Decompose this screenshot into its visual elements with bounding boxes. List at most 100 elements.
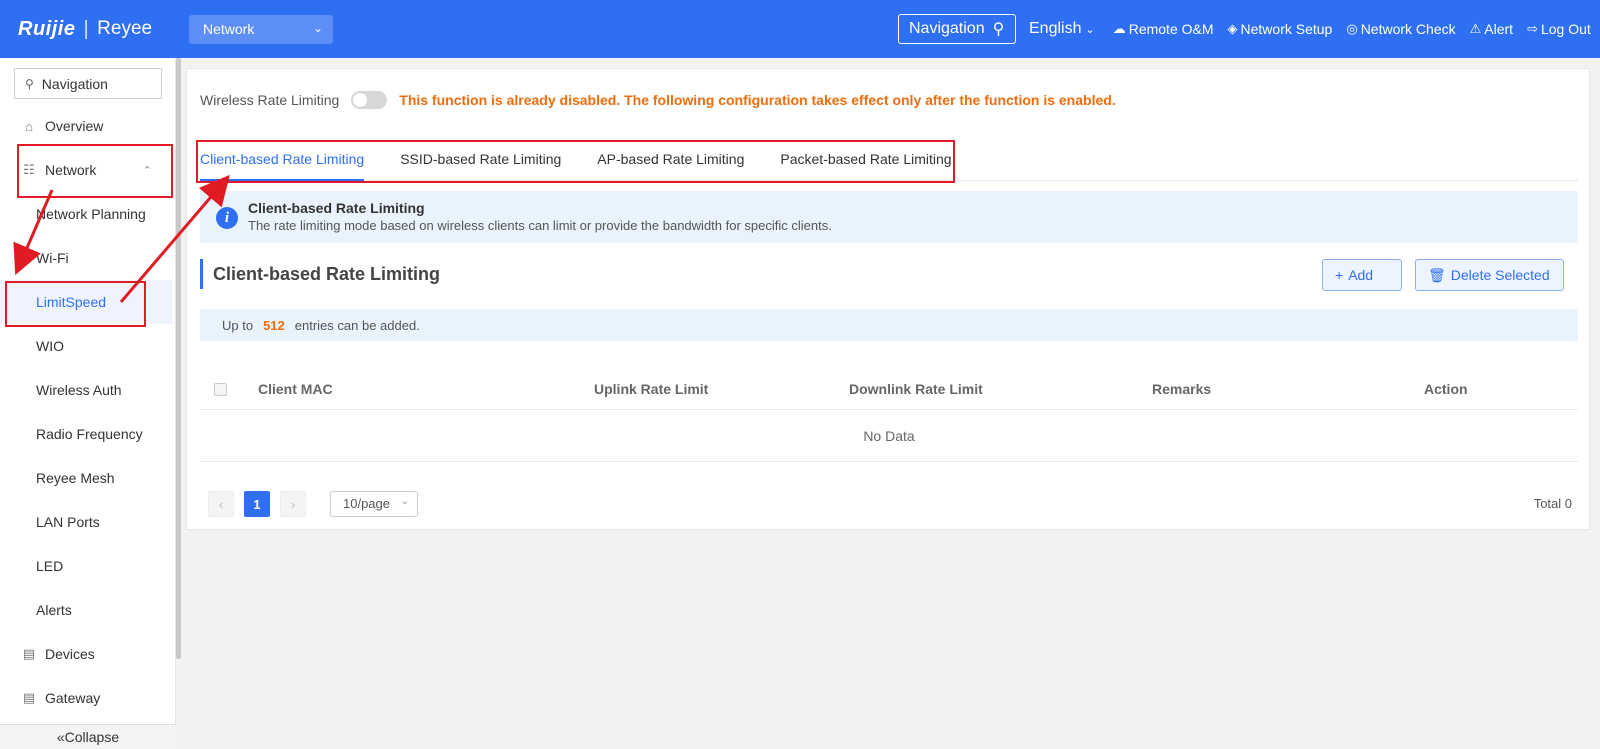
info-icon: i bbox=[216, 207, 238, 229]
section-header: Client-based Rate Limiting + Add 🗑 Delet… bbox=[200, 259, 1578, 291]
sidebar-item-label: Overview bbox=[45, 118, 104, 134]
language-select[interactable]: English ⌄ bbox=[1029, 20, 1095, 38]
logo-sub: Reyee bbox=[97, 18, 153, 39]
note-suffix: entries can be added. bbox=[294, 317, 420, 333]
home-icon: ⌂ bbox=[25, 118, 33, 134]
search-icon: ⚲ bbox=[25, 76, 34, 91]
logout-link[interactable]: ⇨ Log Out bbox=[1527, 21, 1591, 37]
page-size-select[interactable]: 10/page ⌄ bbox=[330, 491, 418, 517]
sidebar-item-radio-frequency[interactable]: Radio Frequency bbox=[0, 412, 172, 456]
sidebar-scrollbar[interactable] bbox=[176, 58, 181, 659]
column-action: Action bbox=[1424, 381, 1468, 397]
rate-limit-table: Client MAC Uplink Rate Limit Downlink Ra… bbox=[200, 368, 1578, 462]
gateway-icon: ▤ bbox=[22, 690, 36, 705]
info-title: Client-based Rate Limiting bbox=[248, 200, 425, 216]
remote-om-label: Remote O&M bbox=[1128, 21, 1214, 37]
prev-page-button[interactable]: ‹ bbox=[208, 491, 234, 517]
disabled-warning: This function is already disabled. The f… bbox=[399, 92, 1116, 108]
logo: Ruijie | Reyee bbox=[18, 16, 152, 42]
page-size-value: 10/page bbox=[343, 496, 390, 511]
total-count: Total 0 bbox=[1533, 496, 1572, 511]
alert-icon: ⚠ bbox=[1469, 21, 1482, 36]
page-button[interactable]: 1 bbox=[244, 491, 270, 517]
note-count: 512 bbox=[263, 317, 285, 333]
column-downlink-rate-limit: Downlink Rate Limit bbox=[849, 381, 983, 397]
toggle-label: Wireless Rate Limiting bbox=[200, 92, 340, 108]
logo-divider: | bbox=[83, 17, 90, 40]
sidebar-item-label: Alerts bbox=[36, 602, 72, 618]
network-setup-link[interactable]: ◈ Network Setup bbox=[1228, 21, 1333, 37]
sidebar-search-input[interactable]: ⚲ Navigation bbox=[14, 68, 162, 99]
column-remarks: Remarks bbox=[1152, 381, 1212, 397]
sidebar-item-wireless-auth[interactable]: Wireless Auth bbox=[0, 368, 172, 412]
navigation-search-label: Navigation bbox=[909, 20, 985, 37]
alert-label: Alert bbox=[1484, 21, 1514, 37]
rate-limiting-switch[interactable] bbox=[351, 91, 388, 109]
logout-label: Log Out bbox=[1540, 21, 1591, 37]
chevron-right-icon: › bbox=[290, 496, 296, 512]
check-icon: ◎ bbox=[1346, 21, 1358, 36]
devices-icon: ▤ bbox=[22, 646, 36, 661]
next-page-button[interactable]: › bbox=[280, 491, 306, 517]
sidebar-item-devices[interactable]: ▤ Devices bbox=[0, 632, 172, 676]
add-button-label: Add bbox=[1348, 267, 1374, 283]
empty-text: No Data bbox=[863, 427, 915, 444]
sidebar-item-network-planning[interactable]: Network Planning bbox=[0, 192, 172, 236]
network-select-value: Network bbox=[203, 21, 255, 37]
select-all-checkbox[interactable] bbox=[214, 383, 227, 396]
remote-om-link[interactable]: ☁ Remote O&M bbox=[1113, 21, 1214, 37]
annotation-box-limitspeed bbox=[5, 281, 146, 327]
pagination: ‹ 1 › 10/page ⌄ bbox=[208, 491, 418, 517]
trash-icon: 🗑 bbox=[1428, 266, 1446, 283]
sidebar-item-overview[interactable]: ⌂ Overview bbox=[0, 104, 172, 148]
sidebar-item-reyee-mesh[interactable]: Reyee Mesh bbox=[0, 456, 172, 500]
sidebar-item-label: LAN Ports bbox=[36, 514, 100, 530]
sidebar-item-label: Network Planning bbox=[36, 206, 146, 222]
sidebar-item-led[interactable]: LED bbox=[0, 544, 172, 588]
language-label: English bbox=[1029, 20, 1082, 37]
delete-button-label: Delete Selected bbox=[1450, 267, 1550, 283]
chevron-down-icon: ⌄ bbox=[1085, 23, 1095, 36]
sidebar-item-label: Devices bbox=[45, 646, 95, 662]
column-client-mac: Client MAC bbox=[258, 381, 333, 397]
note-prefix: Up to bbox=[222, 317, 254, 333]
annotation-box-tabs bbox=[196, 140, 955, 183]
collapse-button[interactable]: « Collapse bbox=[0, 724, 176, 749]
setup-icon: ◈ bbox=[1227, 21, 1238, 36]
entries-note: Up to 512 entries can be added. bbox=[200, 309, 1578, 341]
alert-link[interactable]: ⚠ Alert bbox=[1470, 21, 1513, 37]
network-check-link[interactable]: ◎ Network Check bbox=[1346, 21, 1455, 37]
network-select[interactable]: Network ⌄ bbox=[189, 15, 333, 44]
sidebar-search-placeholder: Navigation bbox=[41, 75, 108, 92]
delete-selected-button[interactable]: 🗑 Delete Selected bbox=[1415, 259, 1564, 291]
add-button[interactable]: + Add bbox=[1322, 259, 1402, 291]
logo-brand: Ruijie bbox=[18, 17, 76, 40]
sidebar-item-label: Radio Frequency bbox=[36, 426, 143, 442]
collapse-label: Collapse bbox=[64, 729, 120, 745]
sidebar-item-label: Wireless Auth bbox=[36, 382, 122, 398]
double-chevron-left-icon: « bbox=[56, 729, 65, 745]
navigation-search-button[interactable]: Navigation ⚲ bbox=[898, 14, 1016, 44]
table-header: Client MAC Uplink Rate Limit Downlink Ra… bbox=[200, 368, 1578, 410]
annotation-box-network bbox=[17, 144, 173, 198]
sidebar-item-label: LED bbox=[36, 558, 64, 574]
chevron-down-icon: ⌄ bbox=[400, 496, 409, 507]
sidebar-item-label: WIO bbox=[36, 338, 64, 354]
search-icon: ⚲ bbox=[992, 21, 1005, 38]
sidebar-item-lan-ports[interactable]: LAN Ports bbox=[0, 500, 172, 544]
sidebar-item-wifi[interactable]: Wi-Fi bbox=[0, 236, 172, 280]
rate-limiting-toggle-row: Wireless Rate Limiting This function is … bbox=[200, 91, 1116, 109]
sidebar-item-alerts[interactable]: Alerts bbox=[0, 588, 172, 632]
sidebar-item-label: Gateway bbox=[45, 690, 101, 706]
logout-icon: ⇨ bbox=[1527, 21, 1538, 36]
sidebar-item-wio[interactable]: WIO bbox=[0, 324, 172, 368]
column-uplink-rate-limit: Uplink Rate Limit bbox=[594, 381, 709, 397]
sidebar-item-label: Wi-Fi bbox=[36, 250, 69, 266]
top-bar: Ruijie | Reyee Network ⌄ Navigation ⚲ En… bbox=[0, 0, 1600, 58]
info-banner: i Client-based Rate Limiting The rate li… bbox=[200, 191, 1578, 243]
sidebar-item-gateway[interactable]: ▤ Gateway bbox=[0, 676, 172, 720]
cloud-icon: ☁ bbox=[1112, 21, 1126, 36]
chevron-left-icon: ‹ bbox=[218, 496, 224, 512]
network-setup-label: Network Setup bbox=[1240, 21, 1333, 37]
table-empty-row: No Data bbox=[200, 410, 1578, 462]
